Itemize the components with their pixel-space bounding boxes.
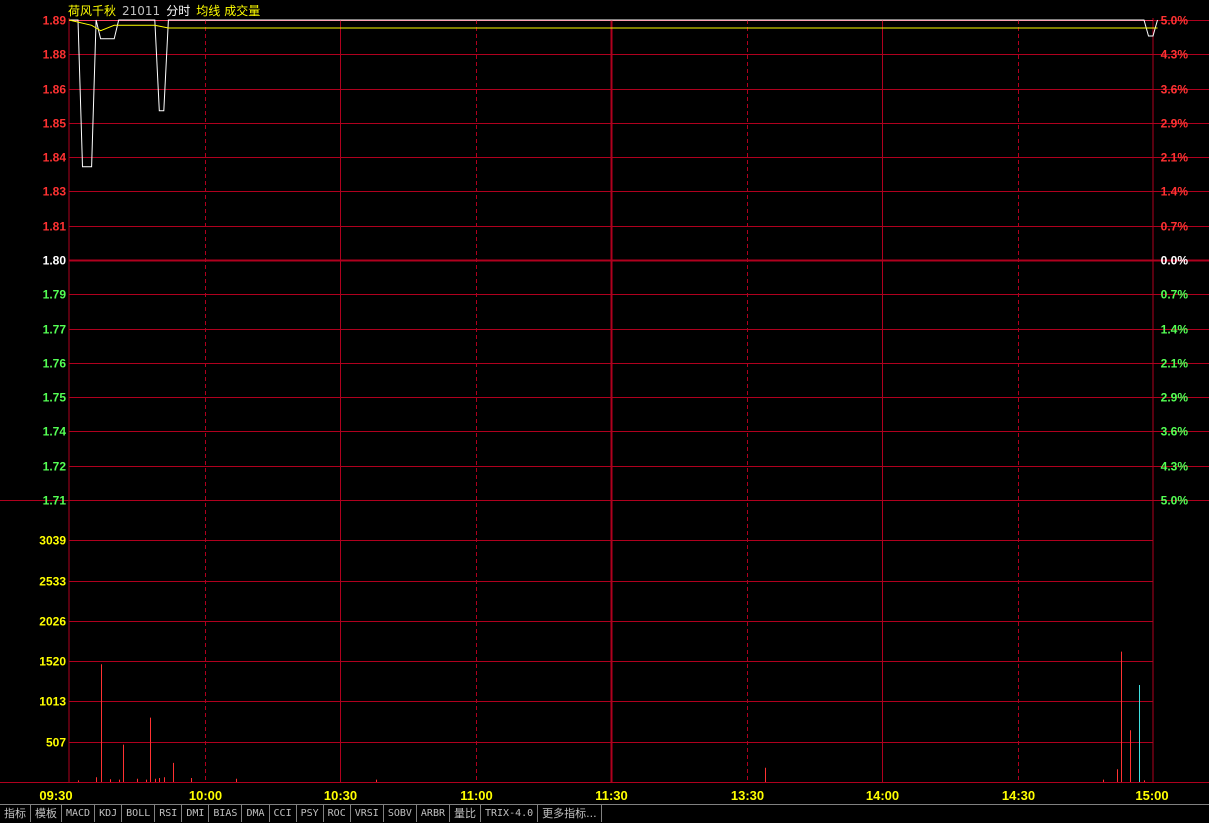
volume-label: 2533 <box>39 575 66 589</box>
price-label: 1.71 <box>43 494 67 508</box>
time-label: 10:00 <box>189 788 222 803</box>
price-label: 1.81 <box>43 220 67 234</box>
indicator-tab-17[interactable]: 更多指标... <box>538 805 602 822</box>
indicator-tab-10[interactable]: PSY <box>297 805 324 822</box>
price-label: 1.83 <box>43 185 67 199</box>
percent-label: 2.9% <box>1161 391 1189 405</box>
percent-label: 0.0% <box>1161 254 1189 268</box>
time-label: 11:30 <box>595 788 628 803</box>
price-label: 1.74 <box>43 425 67 439</box>
chart-legend: 荷风千秋 21011 分时 均线 成交量 <box>68 2 266 19</box>
price-label: 1.75 <box>43 391 67 405</box>
percent-label: 3.6% <box>1161 425 1189 439</box>
price-label: 1.72 <box>43 460 67 474</box>
indicator-tab-4[interactable]: BOLL <box>122 805 156 822</box>
price-axis-labels: 1.89 1.88 1.86 1.85 1.84 1.83 1.81 1.80 1.79 1.77… <box>43 14 67 508</box>
percent-label: 4.3% <box>1161 460 1189 474</box>
indicator-tab-2[interactable]: MACD <box>62 805 96 822</box>
price-label: 1.79 <box>43 288 67 302</box>
volume-label: 3039 <box>39 534 66 548</box>
percent-label: 0.7% <box>1161 288 1189 302</box>
price-label: 1.88 <box>43 48 67 62</box>
time-label: 11:00 <box>460 788 493 803</box>
intraday-chart[interactable]: 1.89 1.88 1.86 1.85 1.84 1.83 1.81 1.80 1.79 1.77… <box>0 0 1209 804</box>
indicator-tab-0[interactable]: 指标 <box>0 805 31 822</box>
indicator-tab-11[interactable]: ROC <box>324 805 351 822</box>
volume-label: 2026 <box>39 615 66 629</box>
price-label: 1.80 <box>43 254 67 268</box>
percent-label: 2.1% <box>1161 151 1189 165</box>
percent-label: 5.0% <box>1161 14 1189 28</box>
price-label: 1.86 <box>43 83 67 97</box>
price-label: 1.77 <box>43 323 67 337</box>
price-label: 1.76 <box>43 357 67 371</box>
indicator-tab-6[interactable]: DMI <box>182 805 210 822</box>
percent-label: 0.7% <box>1161 220 1189 234</box>
percent-label: 5.0% <box>1161 494 1189 508</box>
time-label: 09:30 <box>39 788 72 803</box>
percent-label: 2.1% <box>1161 357 1189 371</box>
indicator-tab-14[interactable]: ARBR <box>417 805 450 822</box>
volume-label: 1013 <box>39 695 66 709</box>
indicator-tab-9[interactable]: CCI <box>270 805 297 822</box>
price-label: 1.85 <box>43 117 67 131</box>
time-label: 13:30 <box>731 788 764 803</box>
indicator-tab-1[interactable]: 模板 <box>31 805 62 822</box>
time-label: 10:30 <box>324 788 357 803</box>
percent-label: 1.4% <box>1161 323 1189 337</box>
percent-label: 4.3% <box>1161 48 1189 62</box>
volume-label: 507 <box>46 736 66 750</box>
percent-label: 2.9% <box>1161 117 1189 131</box>
indicator-tab-12[interactable]: VRSI <box>351 805 384 822</box>
indicator-tab-15[interactable]: 量比 <box>450 805 481 822</box>
stock-code: 21011 <box>122 4 161 18</box>
indicator-tab-8[interactable]: DMA <box>242 805 270 822</box>
time-label: 15:00 <box>1135 788 1168 803</box>
stock-name: 荷风千秋 <box>68 4 117 18</box>
price-label: 1.89 <box>43 14 67 28</box>
indicator-tab-16[interactable]: TRIX-4.0 <box>481 805 539 822</box>
volume-label: 成交量 <box>224 4 261 18</box>
avg-line-label: 均线 <box>196 4 221 18</box>
percent-label: 3.6% <box>1161 83 1189 97</box>
percent-axis-labels: 5.0% 4.3% 3.6% 2.9% 2.1% 1.4% 0.7% 0.0% 0.7% 1.4%… <box>1161 14 1189 508</box>
indicator-tab-3[interactable]: KDJ <box>95 805 123 822</box>
time-label: 14:30 <box>1002 788 1035 803</box>
indicator-tab-7[interactable]: BIAS <box>209 805 243 822</box>
indicator-tab-13[interactable]: SOBV <box>384 805 417 822</box>
volume-label: 1520 <box>39 655 66 669</box>
percent-label: 1.4% <box>1161 185 1189 199</box>
indicator-tab-5[interactable]: RSI <box>155 805 183 822</box>
indicator-toolbar: 指标 模板 MACD KDJ BOLL RSI DMI BIAS DMA CCI PSY ROC VRS… <box>0 804 1209 823</box>
time-label: 14:00 <box>866 788 899 803</box>
price-label: 1.84 <box>43 151 67 165</box>
mode-label: 分时 <box>166 4 191 18</box>
